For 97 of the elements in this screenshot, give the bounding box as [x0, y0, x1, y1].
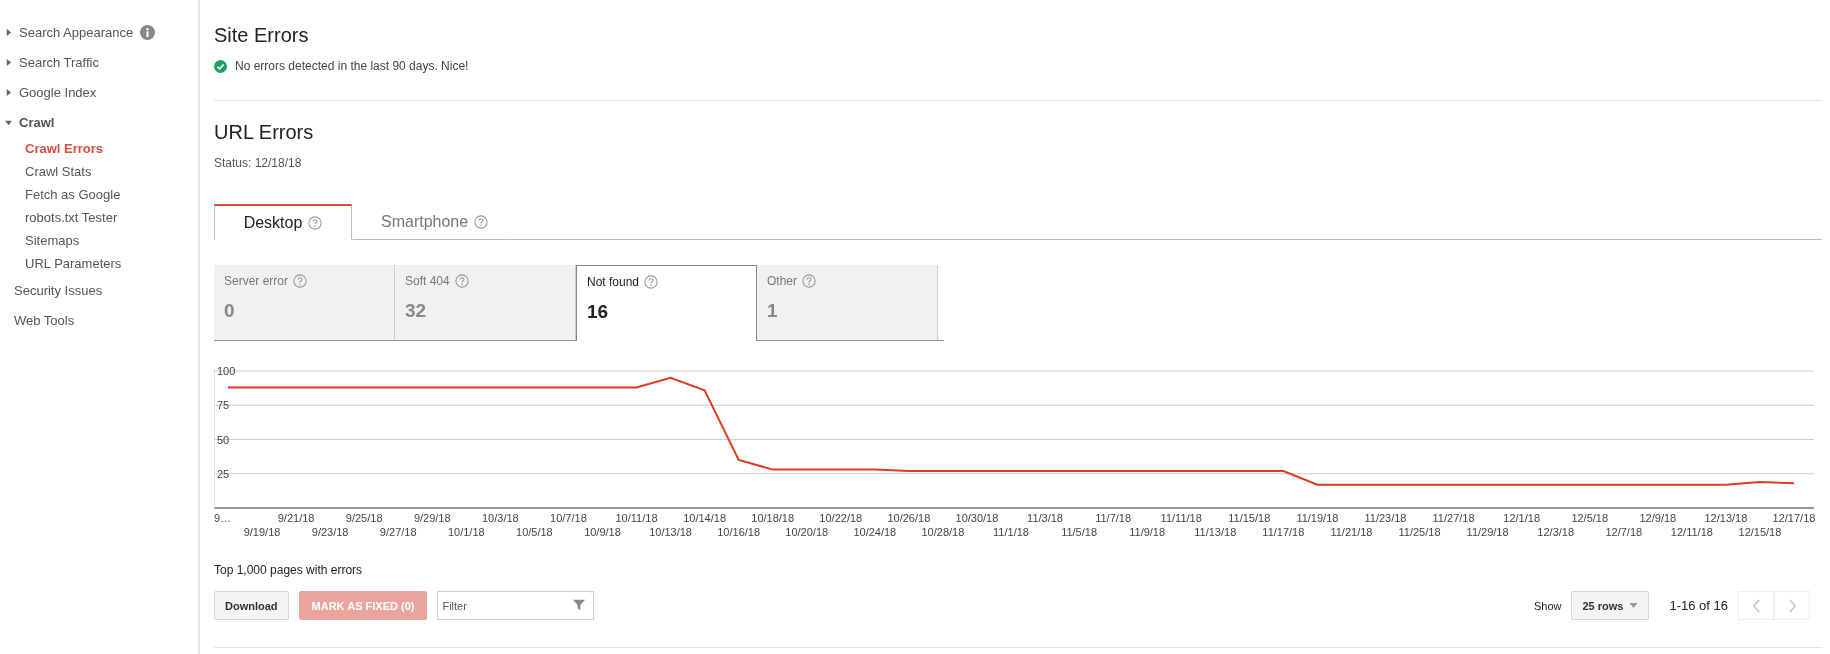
x-tick-label: 11/11/18 [1160, 512, 1202, 524]
sidebar-subitem[interactable]: URL Parameters [0, 252, 198, 275]
sidebar-item[interactable]: Search Traffic [19, 54, 99, 70]
sidebar-item[interactable]: Search Appearance [19, 24, 134, 40]
x-tick-label: 12/3/18 [1537, 526, 1575, 538]
card-label: Not found [587, 275, 640, 289]
card-value: 16 [587, 301, 610, 323]
error-count-card[interactable]: Server error 0 [214, 265, 395, 340]
x-tick-label: 11/1/18 [993, 526, 1029, 538]
show-label: Show [1533, 599, 1562, 612]
sidebar-item[interactable]: Security Issues [14, 282, 103, 298]
tab[interactable]: Desktop [214, 204, 352, 240]
sidebar-subitem[interactable]: Sitemaps [0, 229, 198, 252]
x-tick-label: 9/23/18 [311, 526, 349, 538]
x-tick-label: 10/20/18 [785, 526, 829, 538]
y-tick-label: 100 [217, 365, 236, 377]
download-button[interactable]: Download [214, 591, 289, 620]
x-tick-label: 10/9/18 [584, 526, 621, 538]
x-tick-label: 12/11/18 [1670, 526, 1713, 538]
x-tick-label: 12/13/18 [1704, 512, 1748, 524]
help-icon [293, 274, 307, 288]
x-tick-label: 12/9/18 [1639, 512, 1677, 524]
x-tick-label: 11/21/18 [1330, 526, 1373, 538]
chevron-right-icon [1787, 598, 1797, 613]
help-icon [802, 274, 816, 288]
x-tick-label: 11/27/18 [1432, 512, 1475, 524]
y-tick-label: 50 [217, 433, 230, 446]
card-label: Server error [224, 274, 288, 288]
sidebar-subitem[interactable]: Crawl Errors [0, 137, 198, 160]
x-tick-label: 10/28/18 [921, 526, 965, 538]
x-tick-label: 10/7/18 [550, 512, 587, 524]
chevron-left-icon [1751, 598, 1761, 613]
help-icon [454, 274, 469, 288]
card-value: 1 [767, 300, 779, 322]
x-tick-label: 11/5/18 [1061, 526, 1098, 538]
error-count-card[interactable]: Soft 404 32 [395, 265, 576, 340]
check-circle-icon [214, 59, 227, 73]
filter-field[interactable]: Filter [437, 591, 595, 620]
x-tick-label: 10/14/18 [683, 512, 726, 524]
x-tick-label: 10/26/18 [887, 512, 931, 524]
x-tick-label: 10/24/18 [853, 526, 897, 538]
card-label: Soft 404 [405, 274, 450, 288]
sidebar-subitem[interactable]: Crawl Stats [0, 160, 198, 183]
help-icon [308, 215, 323, 230]
x-tick-label: 9/27/18 [379, 526, 417, 538]
x-tick-label: 12/17/18 [1772, 512, 1816, 524]
x-tick-label: 9/29/18 [413, 512, 451, 524]
help-icon [474, 215, 489, 229]
x-tick-label: 11/17/18 [1262, 526, 1305, 538]
error-count-card[interactable]: Not found 16 [576, 265, 757, 341]
status-message: No errors detected in the last 90 days. Nice! [235, 59, 469, 73]
x-tick-label: 10/11/18 [615, 512, 658, 524]
x-tick-label: 11/3/18 [1027, 512, 1063, 524]
x-tick-label: 10/16/18 [717, 526, 761, 538]
caret-down-icon [1629, 603, 1639, 608]
x-tick-label: 9… [214, 512, 232, 524]
rows-dropdown[interactable]: 25 rows [1571, 591, 1650, 620]
x-tick-label: 11/15/18 [1228, 512, 1271, 524]
page-range: 1-16 of 16 [1669, 598, 1728, 613]
x-tick-label: 11/13/18 [1194, 526, 1237, 538]
card-value: 0 [224, 300, 236, 322]
help-icon [644, 275, 659, 289]
x-tick-label: 11/23/18 [1364, 512, 1407, 524]
sidebar-item[interactable]: Crawl [19, 114, 55, 130]
section-title: URL Errors [214, 121, 315, 144]
table-title: Top 1,000 pages with errors [214, 563, 364, 577]
x-tick-label: 11/19/18 [1296, 512, 1339, 524]
x-tick-label: 10/22/18 [819, 512, 863, 524]
x-tick-label: 10/30/18 [955, 512, 999, 524]
x-tick-label: 12/1/18 [1503, 512, 1540, 524]
x-tick-label: 10/13/18 [649, 526, 692, 538]
x-tick-label: 9/19/18 [243, 526, 281, 538]
x-tick-label: 11/25/18 [1398, 526, 1441, 538]
x-tick-label: 10/3/18 [482, 512, 519, 524]
x-tick-label: 12/15/18 [1738, 526, 1782, 538]
y-tick-label: 75 [217, 399, 230, 412]
x-tick-label: 10/18/18 [751, 512, 795, 524]
funnel-icon [572, 598, 587, 612]
sidebar-subitem[interactable]: Fetch as Google [0, 183, 198, 206]
x-tick-label: 11/7/18 [1095, 512, 1132, 524]
sidebar-item[interactable]: Web Tools [14, 312, 75, 328]
y-tick-label: 25 [217, 467, 230, 480]
sidebar-subitem[interactable]: robots.txt Tester [0, 206, 198, 229]
x-tick-label: 11/9/18 [1129, 526, 1166, 538]
x-tick-label: 10/5/18 [516, 526, 553, 538]
x-tick-label: 12/5/18 [1571, 512, 1609, 524]
x-tick-label: 9/25/18 [345, 512, 383, 524]
x-tick-label: 9/21/18 [277, 512, 315, 524]
card-label: Other [767, 274, 797, 288]
card-value: 32 [405, 300, 428, 322]
section-title: Site Errors [214, 24, 310, 47]
x-tick-label: 12/7/18 [1605, 526, 1643, 538]
x-tick-label: 11/29/18 [1466, 526, 1509, 538]
sidebar-item[interactable]: Google Index [19, 84, 97, 100]
status-date: Status: 12/18/18 [214, 156, 303, 170]
error-count-card[interactable]: Other 1 [757, 265, 938, 340]
x-tick-label: 10/1/18 [447, 526, 485, 538]
